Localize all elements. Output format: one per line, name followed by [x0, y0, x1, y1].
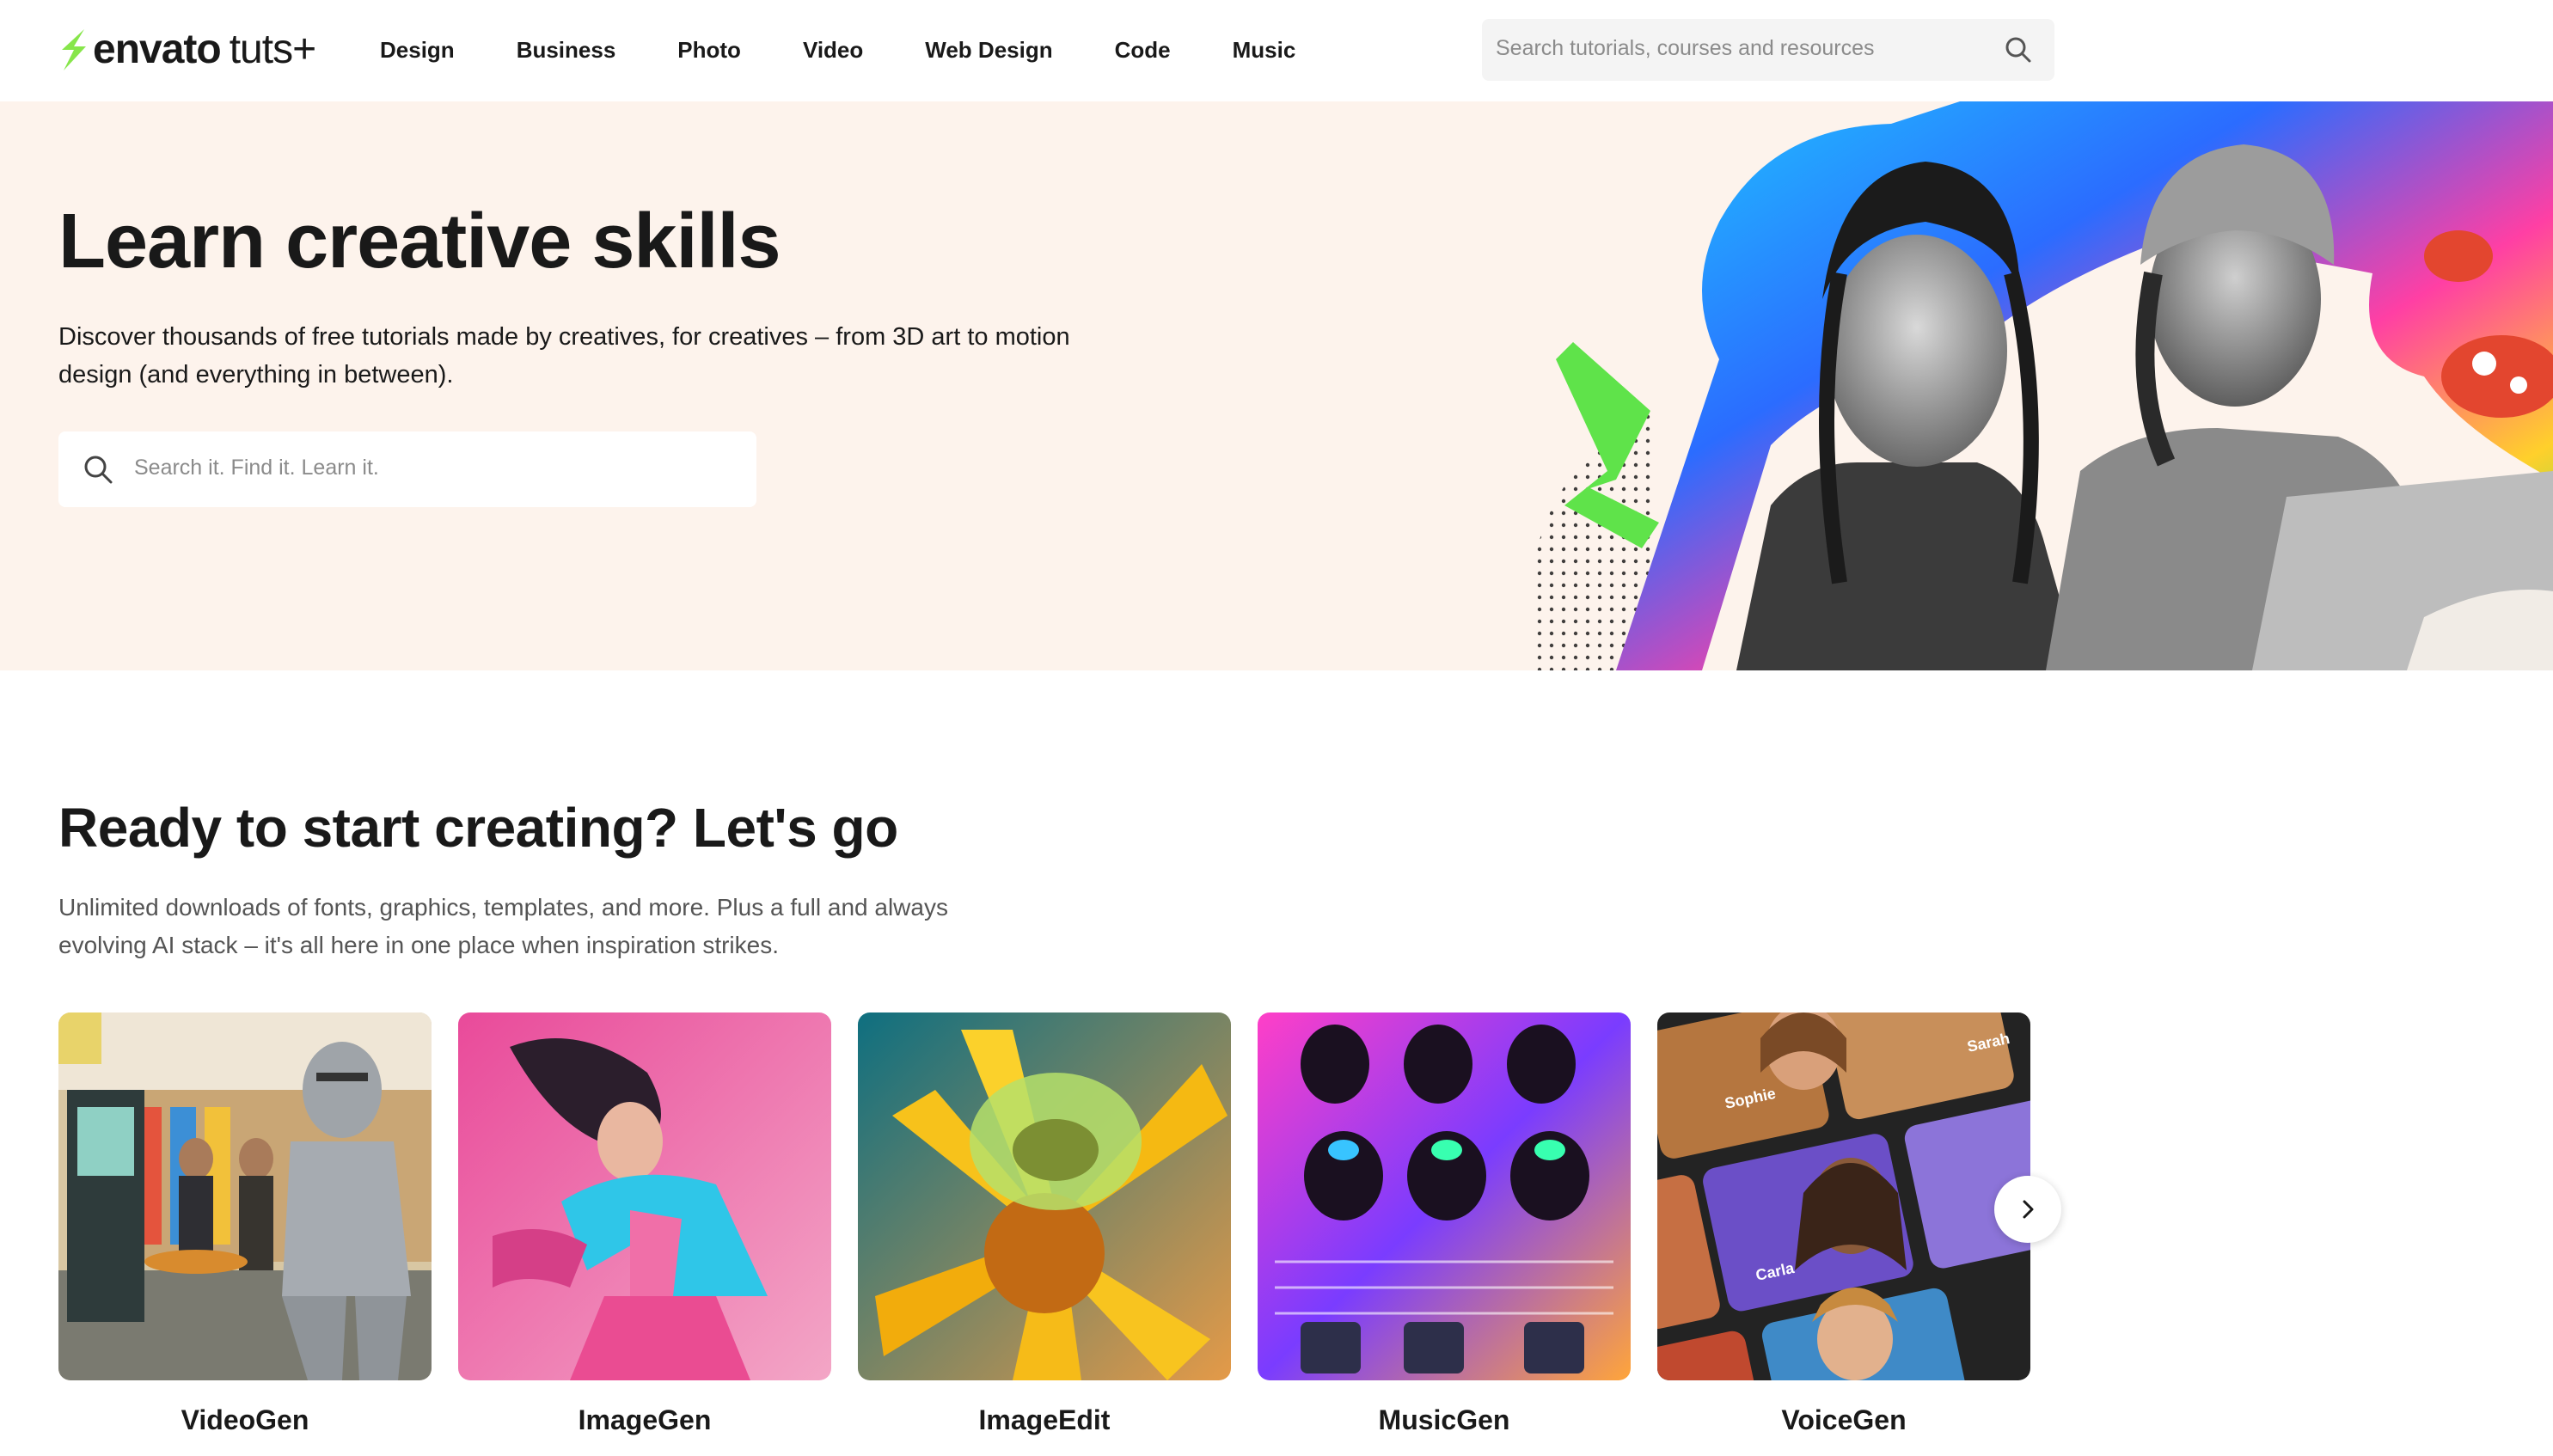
card-label[interactable]: ImageEdit	[858, 1404, 1231, 1436]
hero-collage-image	[1513, 101, 2553, 670]
hero-search-input[interactable]: Search it. Find it. Learn it.	[58, 431, 756, 507]
header-search-placeholder: Search tutorials, courses and resources	[1496, 36, 1875, 60]
nav-photo[interactable]: Photo	[677, 33, 741, 67]
hero-banner: Learn creative skills Discover thousands…	[0, 101, 2553, 670]
nav-web-design[interactable]: Web Design	[925, 33, 1052, 67]
card-image[interactable]	[858, 1012, 1231, 1380]
site-header: envato tuts+ Design Business Photo Video…	[0, 0, 2553, 101]
nav-business[interactable]: Business	[517, 33, 616, 67]
logo-wordmark: envato	[93, 27, 222, 72]
card-label[interactable]: ImageGen	[458, 1404, 831, 1436]
ai-tools-carousel: VideoGen ImageGen ImageEdit MusicGen Sop…	[58, 1012, 2061, 1456]
card-voicegen[interactable]: Sophie Sarah Carla VoiceGen	[1657, 1012, 2030, 1436]
card-image[interactable]	[1258, 1012, 1631, 1380]
hero-description: Discover thousands of free tutorials mad…	[58, 323, 1070, 388]
card-imageedit[interactable]: ImageEdit	[858, 1012, 1231, 1436]
nav-design[interactable]: Design	[380, 33, 455, 67]
header-search-input[interactable]: Search tutorials, courses and resources	[1482, 19, 2054, 81]
nav-video[interactable]: Video	[803, 33, 863, 67]
card-label[interactable]: VoiceGen	[1657, 1404, 2030, 1436]
envato-tuts-logo[interactable]: envato tuts+	[58, 24, 316, 76]
card-videogen[interactable]: VideoGen	[58, 1012, 432, 1436]
hero-search-placeholder: Search it. Find it. Learn it.	[134, 456, 379, 480]
card-image[interactable]	[458, 1012, 831, 1380]
card-label[interactable]: MusicGen	[1258, 1404, 1631, 1436]
card-label[interactable]: VideoGen	[58, 1404, 432, 1436]
section-title: Ready to start creating? Let's go	[58, 797, 898, 859]
search-icon	[83, 454, 113, 485]
card-imagegen[interactable]: ImageGen	[458, 1012, 831, 1436]
main-nav: Design Business Photo Video Web Design C…	[380, 33, 1357, 67]
card-image[interactable]	[58, 1012, 432, 1380]
carousel-next-button[interactable]	[1994, 1176, 2061, 1243]
section-description: Unlimited downloads of fonts, graphics, …	[58, 894, 948, 958]
hero-title: Learn creative skills	[58, 199, 781, 284]
card-musicgen[interactable]: MusicGen	[1258, 1012, 1631, 1436]
logo-product: tuts+	[229, 27, 316, 72]
chevron-right-icon	[2023, 1200, 2034, 1219]
search-icon[interactable]	[2005, 36, 2032, 64]
envato-leaf-icon	[58, 28, 89, 72]
nav-music[interactable]: Music	[1233, 33, 1296, 67]
card-image[interactable]: Sophie Sarah Carla	[1657, 1012, 2030, 1380]
nav-code[interactable]: Code	[1115, 33, 1171, 67]
